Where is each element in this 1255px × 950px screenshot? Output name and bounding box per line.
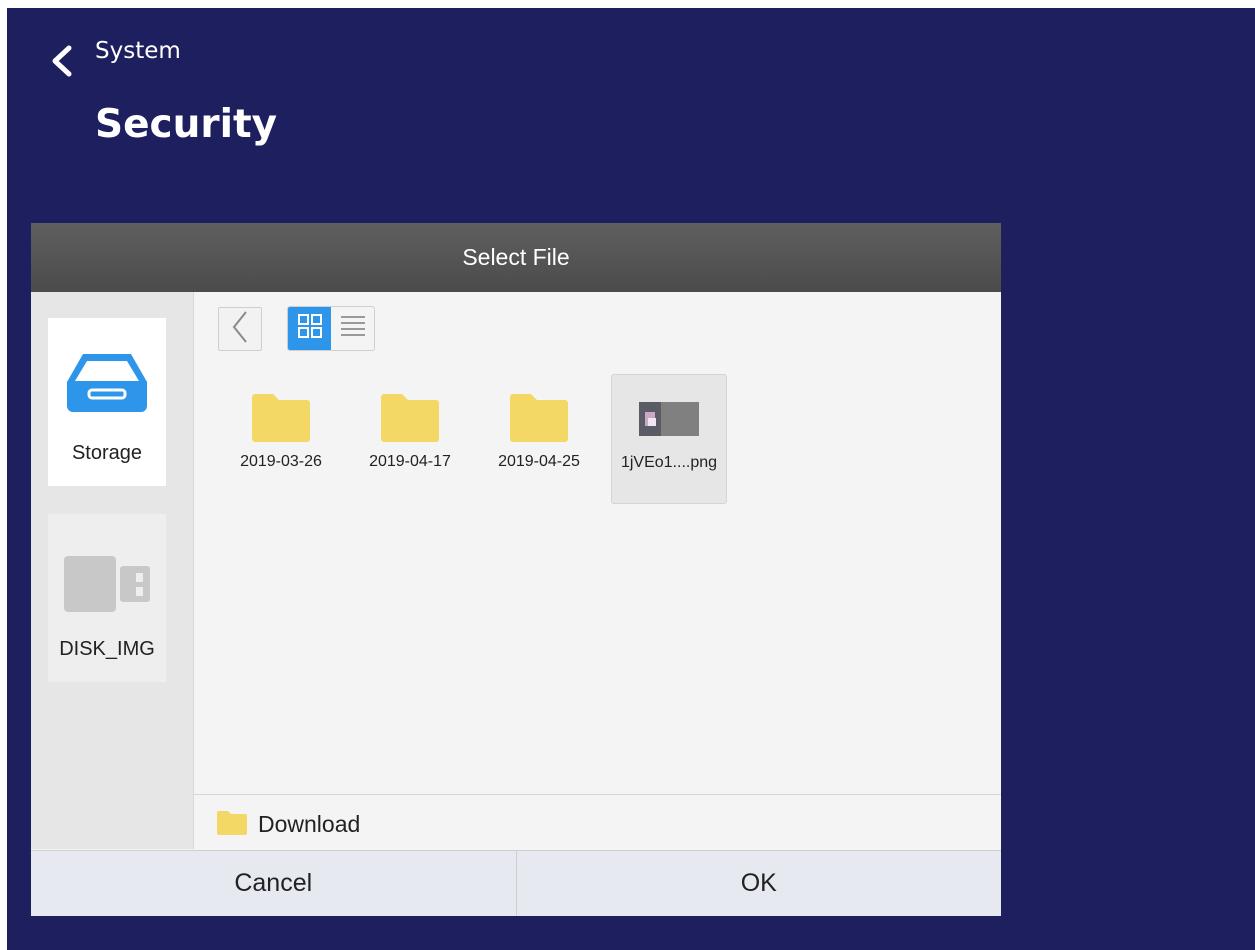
list-view-button[interactable]	[331, 307, 374, 350]
folder-back-button[interactable]	[218, 307, 262, 351]
settings-screen: System Security Select File Storage DISK…	[7, 8, 1255, 950]
folder-icon	[509, 393, 569, 448]
file-name: 2019-04-17	[369, 453, 451, 470]
folder-icon	[251, 393, 311, 448]
storage-tray-icon	[65, 350, 149, 419]
select-file-dialog: Select File Storage DISK_IMG 2019-03-26 …	[31, 223, 1001, 916]
grid-view-button[interactable]	[288, 307, 331, 350]
source-label-storage: Storage	[71, 442, 143, 464]
page-title: Security	[95, 102, 278, 147]
source-item-storage[interactable]: Storage	[48, 318, 166, 486]
ok-button[interactable]: OK	[517, 851, 1002, 916]
back-label[interactable]: System	[95, 38, 181, 64]
source-item-disk-img[interactable]: DISK_IMG	[48, 514, 166, 682]
file-name: 2019-03-26	[240, 453, 322, 470]
folder-icon	[217, 811, 247, 840]
usb-drive-icon	[64, 555, 150, 617]
folder-icon	[380, 393, 440, 448]
file-name: 1jVEo1....png	[620, 454, 718, 471]
file-browser: 2019-03-26 2019-04-17 2019-04-25 1jVEo1.…	[194, 292, 1001, 794]
chevron-left-icon	[230, 310, 250, 349]
file-item-folder[interactable]: 2019-03-26	[224, 374, 338, 502]
view-toggle	[287, 306, 375, 351]
image-thumbnail-icon	[639, 401, 699, 441]
current-path-bar: Download	[194, 794, 1001, 850]
source-sidebar: Storage DISK_IMG	[31, 292, 194, 849]
file-item-image[interactable]: 1jVEo1....png	[611, 374, 727, 504]
dialog-title: Select File	[31, 223, 1001, 292]
grid-view-icon	[297, 313, 323, 344]
file-item-folder[interactable]: 2019-04-17	[353, 374, 467, 502]
file-item-folder[interactable]: 2019-04-25	[482, 374, 596, 502]
source-label-disk-img: DISK_IMG	[59, 638, 155, 660]
current-path-label: Download	[258, 811, 361, 837]
cancel-button[interactable]: Cancel	[31, 851, 517, 916]
back-arrow-icon[interactable]	[47, 44, 77, 78]
list-view-icon	[340, 313, 366, 344]
file-name: 2019-04-25	[498, 453, 580, 470]
dialog-footer: Cancel OK	[31, 850, 1001, 916]
